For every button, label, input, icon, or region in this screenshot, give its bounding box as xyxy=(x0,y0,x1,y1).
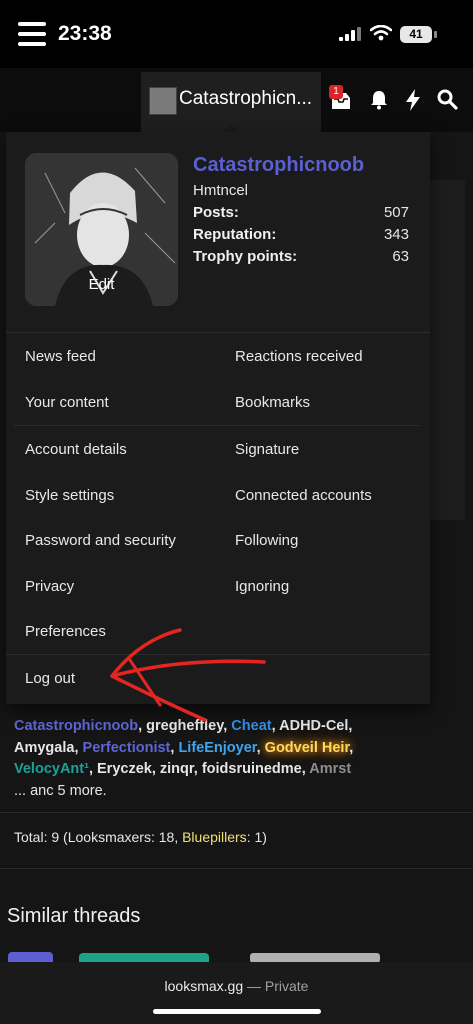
online-member-name[interactable]: Catast xyxy=(14,718,58,734)
stat-value: 63 xyxy=(392,248,409,265)
battery-icon: 41 xyxy=(400,26,432,43)
online-separator[interactable]: foidsruinedme xyxy=(202,761,302,777)
online-separator: , xyxy=(348,718,353,734)
bolt-icon[interactable] xyxy=(405,89,421,111)
stat-label: Posts: xyxy=(193,204,239,221)
online-more[interactable]: ... anc 5 more. xyxy=(14,781,469,803)
online-line-2: Amygala, Perfectionist, LifeEnjoyer, God… xyxy=(14,738,469,760)
wifi-icon xyxy=(370,25,392,41)
menu-item-reactions-received[interactable]: Reactions received xyxy=(235,348,363,365)
search-icon[interactable] xyxy=(437,89,458,110)
online-separator: , xyxy=(74,739,83,756)
online-separator[interactable]: zinqr xyxy=(160,761,194,777)
menu-item-preferences[interactable]: Preferences xyxy=(25,623,106,640)
profile-username[interactable]: Catastrophicnoob xyxy=(193,154,364,177)
menu-item-ignoring[interactable]: Ignoring xyxy=(235,578,289,595)
online-separator[interactable]: gregheffley xyxy=(146,718,223,734)
menu-item-following[interactable]: Following xyxy=(235,532,298,549)
menu-item-bookmarks[interactable]: Bookmarks xyxy=(235,394,310,411)
online-member-name[interactable]: yAnt¹ xyxy=(52,761,89,777)
bell-icon[interactable] xyxy=(370,90,388,110)
menu-item-news-feed[interactable]: News feed xyxy=(25,348,96,365)
menu-item-signature[interactable]: Signature xyxy=(235,441,299,458)
account-name: Catastrophicn... xyxy=(179,88,313,109)
private-mode-label: Private xyxy=(264,978,309,994)
stat-label: Trophy points: xyxy=(193,248,298,265)
online-member-name[interactable]: Godveil Heir xyxy=(265,740,350,756)
menu-icon[interactable] xyxy=(18,22,46,46)
online-separator[interactable]: ADHD-Cel xyxy=(279,718,348,734)
edit-avatar-link[interactable]: Edit xyxy=(25,276,178,293)
background-card xyxy=(430,180,465,520)
bluepillers-label: Bluepillers xyxy=(182,829,247,845)
menu-item-account-details[interactable]: Account details xyxy=(25,441,127,458)
online-separator: , xyxy=(256,739,265,756)
online-separator: , xyxy=(151,761,160,777)
online-separator: , xyxy=(88,761,98,777)
online-separator: , xyxy=(138,718,147,734)
inbox-badge: 1 xyxy=(329,85,343,99)
home-indicator[interactable] xyxy=(153,1009,321,1014)
online-separator[interactable]: Amyg xyxy=(14,740,54,756)
online-separator: , xyxy=(193,761,202,777)
status-time: 23:38 xyxy=(58,22,112,45)
logout-button[interactable]: Log out xyxy=(25,670,75,687)
online-member-name[interactable]: LifeEnjoyer xyxy=(178,740,256,756)
stat-value: 507 xyxy=(383,204,409,221)
menu-item-privacy[interactable]: Privacy xyxy=(25,578,74,595)
menu-divider xyxy=(14,425,420,426)
avatar xyxy=(149,87,177,115)
url-display[interactable]: looksmax.gg — Private xyxy=(0,978,473,994)
online-member-name[interactable]: Perfectionist xyxy=(83,740,171,756)
online-members-list: Catastrophicnoob, gregheffley, Cheat, AD… xyxy=(14,716,469,802)
menu-item-connected-accounts[interactable]: Connected accounts xyxy=(235,487,372,504)
menu-item-password-security[interactable]: Password and security xyxy=(25,532,176,549)
menu-divider xyxy=(6,654,430,655)
stat-label: Reputation: xyxy=(193,226,277,243)
online-separator[interactable]: ala xyxy=(54,740,74,756)
divider xyxy=(0,868,473,869)
online-separator[interactable]: Eryczek xyxy=(97,761,152,777)
battery-tip xyxy=(434,31,437,38)
menu-item-your-content[interactable]: Your content xyxy=(25,394,109,411)
similar-threads-heading: Similar threads xyxy=(7,905,141,927)
menu-divider xyxy=(6,332,430,333)
divider xyxy=(0,812,473,813)
stat-value: 343 xyxy=(383,226,409,243)
online-member-name[interactable]: rophicnoob xyxy=(58,718,138,734)
online-member-name[interactable]: Amrst xyxy=(309,761,351,777)
menu-item-style-settings[interactable]: Style settings xyxy=(25,487,114,504)
online-total: Total: 9 (Looksmaxers: 18, Bluepillers: … xyxy=(14,829,267,845)
online-line-3: VelocyAnt¹, Eryczek, zinqr, foidsruinedm… xyxy=(14,759,469,781)
online-separator: , xyxy=(271,718,280,734)
profile-user-title: Hmtncel xyxy=(193,182,249,199)
online-separator: , xyxy=(349,739,354,756)
cellular-signal-icon xyxy=(339,27,361,41)
online-member-name[interactable]: Veloc xyxy=(14,761,52,777)
online-member-name[interactable]: Cheat xyxy=(231,718,271,734)
online-line-1: Catastrophicnoob, gregheffley, Cheat, AD… xyxy=(14,716,469,738)
